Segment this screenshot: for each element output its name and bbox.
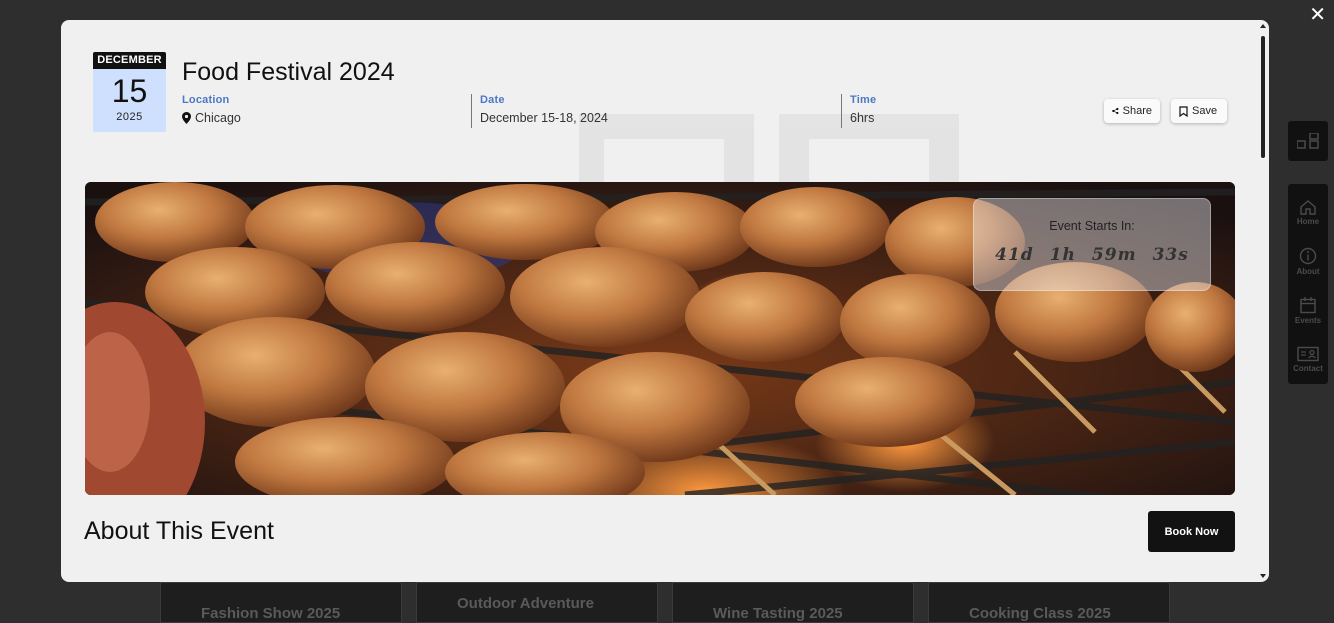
date-value: December 15-18, 2024: [480, 111, 608, 125]
date-badge: DECEMBER 15 2025: [93, 52, 166, 132]
contact-card-icon: [1297, 346, 1319, 362]
event-detail-modal: DECEMBER 15 2025 Food Festival 2024 Loca…: [61, 20, 1269, 582]
background-card[interactable]: Outdoor Adventure: [416, 582, 658, 623]
share-icon: [1112, 107, 1119, 115]
nav-item-label: Contact: [1293, 364, 1323, 373]
nav-item-events[interactable]: Events: [1295, 286, 1321, 335]
save-button[interactable]: Save: [1171, 99, 1227, 123]
modal-scrollbar[interactable]: [1258, 20, 1268, 582]
background-card[interactable]: Wine Tasting 2025: [672, 582, 914, 623]
background-card-title: Fashion Show 2025: [201, 605, 341, 622]
about-heading: About This Event: [84, 517, 274, 545]
event-time: Time 6hrs: [841, 94, 876, 128]
event-title: Food Festival 2024: [182, 58, 395, 86]
map-pin-icon: [182, 112, 191, 124]
location-label: Location: [182, 94, 230, 106]
nav-item-label: About: [1296, 267, 1320, 276]
countdown-values: 41d 1h 59m 33s: [974, 245, 1210, 265]
save-label: Save: [1192, 105, 1218, 117]
event-location: Location Chicago: [182, 94, 241, 125]
scroll-down-arrow-icon[interactable]: [1260, 574, 1266, 578]
date-badge-day: 15: [111, 73, 148, 109]
close-modal-button[interactable]: ✕: [1309, 2, 1326, 26]
bookmark-icon: [1179, 105, 1188, 117]
home-icon: [1300, 200, 1316, 215]
date-badge-year: 2025: [116, 111, 143, 123]
nav-item-contact[interactable]: Contact: [1293, 335, 1323, 384]
background-card[interactable]: Fashion Show 2025: [160, 582, 402, 623]
calendar-icon: [1300, 297, 1316, 314]
location-value: Chicago: [195, 111, 241, 125]
share-label: Share: [1122, 105, 1152, 117]
event-date: Date December 15-18, 2024: [471, 94, 608, 128]
background-card[interactable]: Cooking Class 2025: [928, 582, 1170, 623]
countdown-days: 41d: [995, 245, 1034, 265]
side-navigation: Home About Events Contact: [1288, 184, 1328, 384]
countdown-hours: 1h: [1049, 245, 1076, 265]
countdown-minutes: 59m: [1091, 245, 1137, 265]
background-event-cards: Fashion Show 2025 Outdoor Adventure Wine…: [160, 582, 1170, 623]
nav-item-home[interactable]: Home: [1297, 188, 1319, 237]
nav-item-label: Home: [1296, 217, 1320, 226]
date-badge-month: DECEMBER: [93, 52, 166, 69]
date-label: Date: [480, 94, 505, 106]
info-icon: [1299, 247, 1317, 265]
countdown-panel: Event Starts In: 41d 1h 59m 33s: [973, 198, 1211, 291]
nav-item-about[interactable]: About: [1296, 237, 1320, 286]
grid-icon: [1297, 133, 1319, 149]
background-card-title: Cooking Class 2025: [969, 605, 1111, 622]
share-button[interactable]: Share: [1104, 99, 1160, 123]
book-now-button[interactable]: Book Now: [1148, 511, 1235, 552]
countdown-title: Event Starts In:: [1049, 219, 1135, 233]
background-card-title: Wine Tasting 2025: [713, 605, 843, 622]
time-label: Time: [850, 94, 877, 106]
menu-grid-button[interactable]: [1288, 121, 1328, 161]
countdown-seconds: 33s: [1152, 245, 1189, 265]
nav-item-label: Events: [1294, 316, 1322, 325]
time-value: 6hrs: [850, 111, 875, 125]
scroll-up-arrow-icon[interactable]: [1260, 24, 1266, 28]
background-card-title: Outdoor Adventure: [457, 595, 594, 612]
event-hero-image: Event Starts In: 41d 1h 59m 33s: [85, 182, 1235, 495]
scroll-thumb[interactable]: [1261, 36, 1265, 158]
